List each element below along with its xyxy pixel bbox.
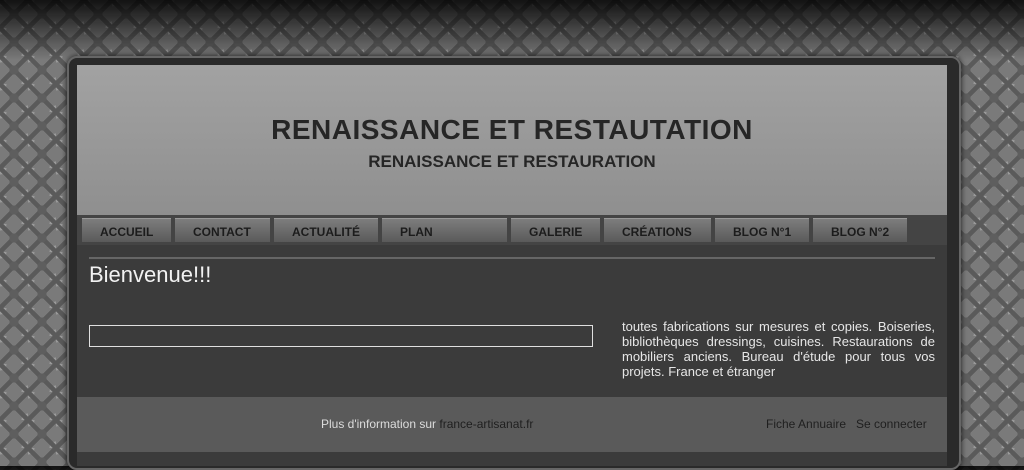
nav-item-plan[interactable]: PLAN bbox=[382, 218, 507, 242]
nav-item-blog-1[interactable]: BLOG N°1 bbox=[715, 218, 809, 242]
nav-item-blog-2[interactable]: BLOG N°2 bbox=[813, 218, 907, 242]
footer-info-prefix: Plus d'information sur bbox=[321, 417, 437, 431]
nav-item-creations[interactable]: CRÉATIONS bbox=[604, 218, 711, 242]
content-divider bbox=[89, 257, 935, 259]
main-navigation: ACCUEIL CONTACT ACTUALITÉ PLAN GALERIE C… bbox=[77, 215, 947, 245]
company-description: toutes fabrications sur mesures et copie… bbox=[622, 319, 935, 379]
welcome-heading: Bienvenue!!! bbox=[89, 262, 212, 287]
footer-info: Plus d'information sur france-artisanat.… bbox=[321, 417, 533, 431]
nav-item-actualite[interactable]: ACTUALITÉ bbox=[274, 218, 378, 242]
media-placeholder bbox=[89, 325, 593, 347]
nav-item-galerie[interactable]: GALERIE bbox=[511, 218, 600, 242]
site-title: RENAISSANCE ET RESTAUTATION bbox=[271, 114, 753, 145]
nav-item-accueil[interactable]: ACCUEIL bbox=[82, 218, 171, 242]
nav-item-contact[interactable]: CONTACT bbox=[175, 218, 270, 242]
site-footer: Plus d'information sur france-artisanat.… bbox=[77, 397, 947, 452]
main-panel: RENAISSANCE ET RESTAUTATION RENAISSANCE … bbox=[77, 65, 947, 466]
france-artisanat-link[interactable]: france-artisanat.fr bbox=[439, 417, 533, 431]
site-subtitle: RENAISSANCE ET RESTAURATION bbox=[368, 152, 656, 171]
fiche-annuaire-link[interactable]: Fiche Annuaire bbox=[766, 417, 846, 431]
login-link[interactable]: Se connecter bbox=[856, 417, 927, 431]
site-header: RENAISSANCE ET RESTAUTATION RENAISSANCE … bbox=[77, 65, 947, 215]
